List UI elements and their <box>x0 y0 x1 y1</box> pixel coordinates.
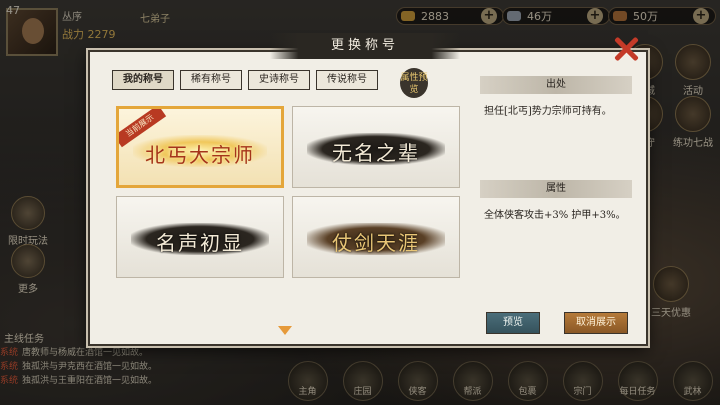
title-name: 仗剑天涯 <box>332 231 420 255</box>
title-card[interactable]: 无名之辈 <box>292 106 460 188</box>
tab-epic-titles[interactable]: 史诗称号 <box>248 70 310 90</box>
source-text: 担任[北丐]势力宗师可持有。 <box>484 106 612 117</box>
close-button[interactable] <box>612 34 640 62</box>
title-tabs: 我的称号 稀有称号 史诗称号 传说称号 <box>112 70 378 90</box>
tab-legend-titles[interactable]: 传说称号 <box>316 70 378 90</box>
attribute-preview-seal[interactable]: 属性预览 <box>400 68 428 98</box>
title-name: 北丐大宗师 <box>145 143 255 167</box>
source-heading: 出处 <box>480 76 632 94</box>
attribute-text: 全体侠客攻击+3% 护甲+3%。 <box>484 210 626 221</box>
title-card[interactable]: 名声初显 <box>116 196 284 278</box>
title-name: 名声初显 <box>156 231 244 255</box>
dialog-title: 更换称号 <box>270 33 460 59</box>
change-title-dialog: 我的称号 稀有称号 史诗称号 传说称号 属性预览 北丐大宗师 当前展示 无名之辈… <box>88 50 648 346</box>
tab-rare-titles[interactable]: 稀有称号 <box>180 70 242 90</box>
tab-my-titles[interactable]: 我的称号 <box>112 70 174 90</box>
title-detail-panel: 出处 担任[北丐]势力宗师可持有。 属性 全体侠客攻击+3% 护甲+3%。 <box>480 76 632 223</box>
title-card[interactable]: 仗剑天涯 <box>292 196 460 278</box>
title-name: 无名之辈 <box>332 141 420 165</box>
title-grid: 北丐大宗师 当前展示 无名之辈 名声初显 仗剑天涯 <box>116 106 464 282</box>
scroll-down-arrow-icon[interactable] <box>278 326 292 335</box>
preview-button[interactable]: 预览 <box>486 312 540 334</box>
attribute-heading: 属性 <box>480 180 632 198</box>
title-card-selected[interactable]: 北丐大宗师 当前展示 <box>116 106 284 188</box>
cancel-display-button[interactable]: 取消展示 <box>564 312 628 334</box>
